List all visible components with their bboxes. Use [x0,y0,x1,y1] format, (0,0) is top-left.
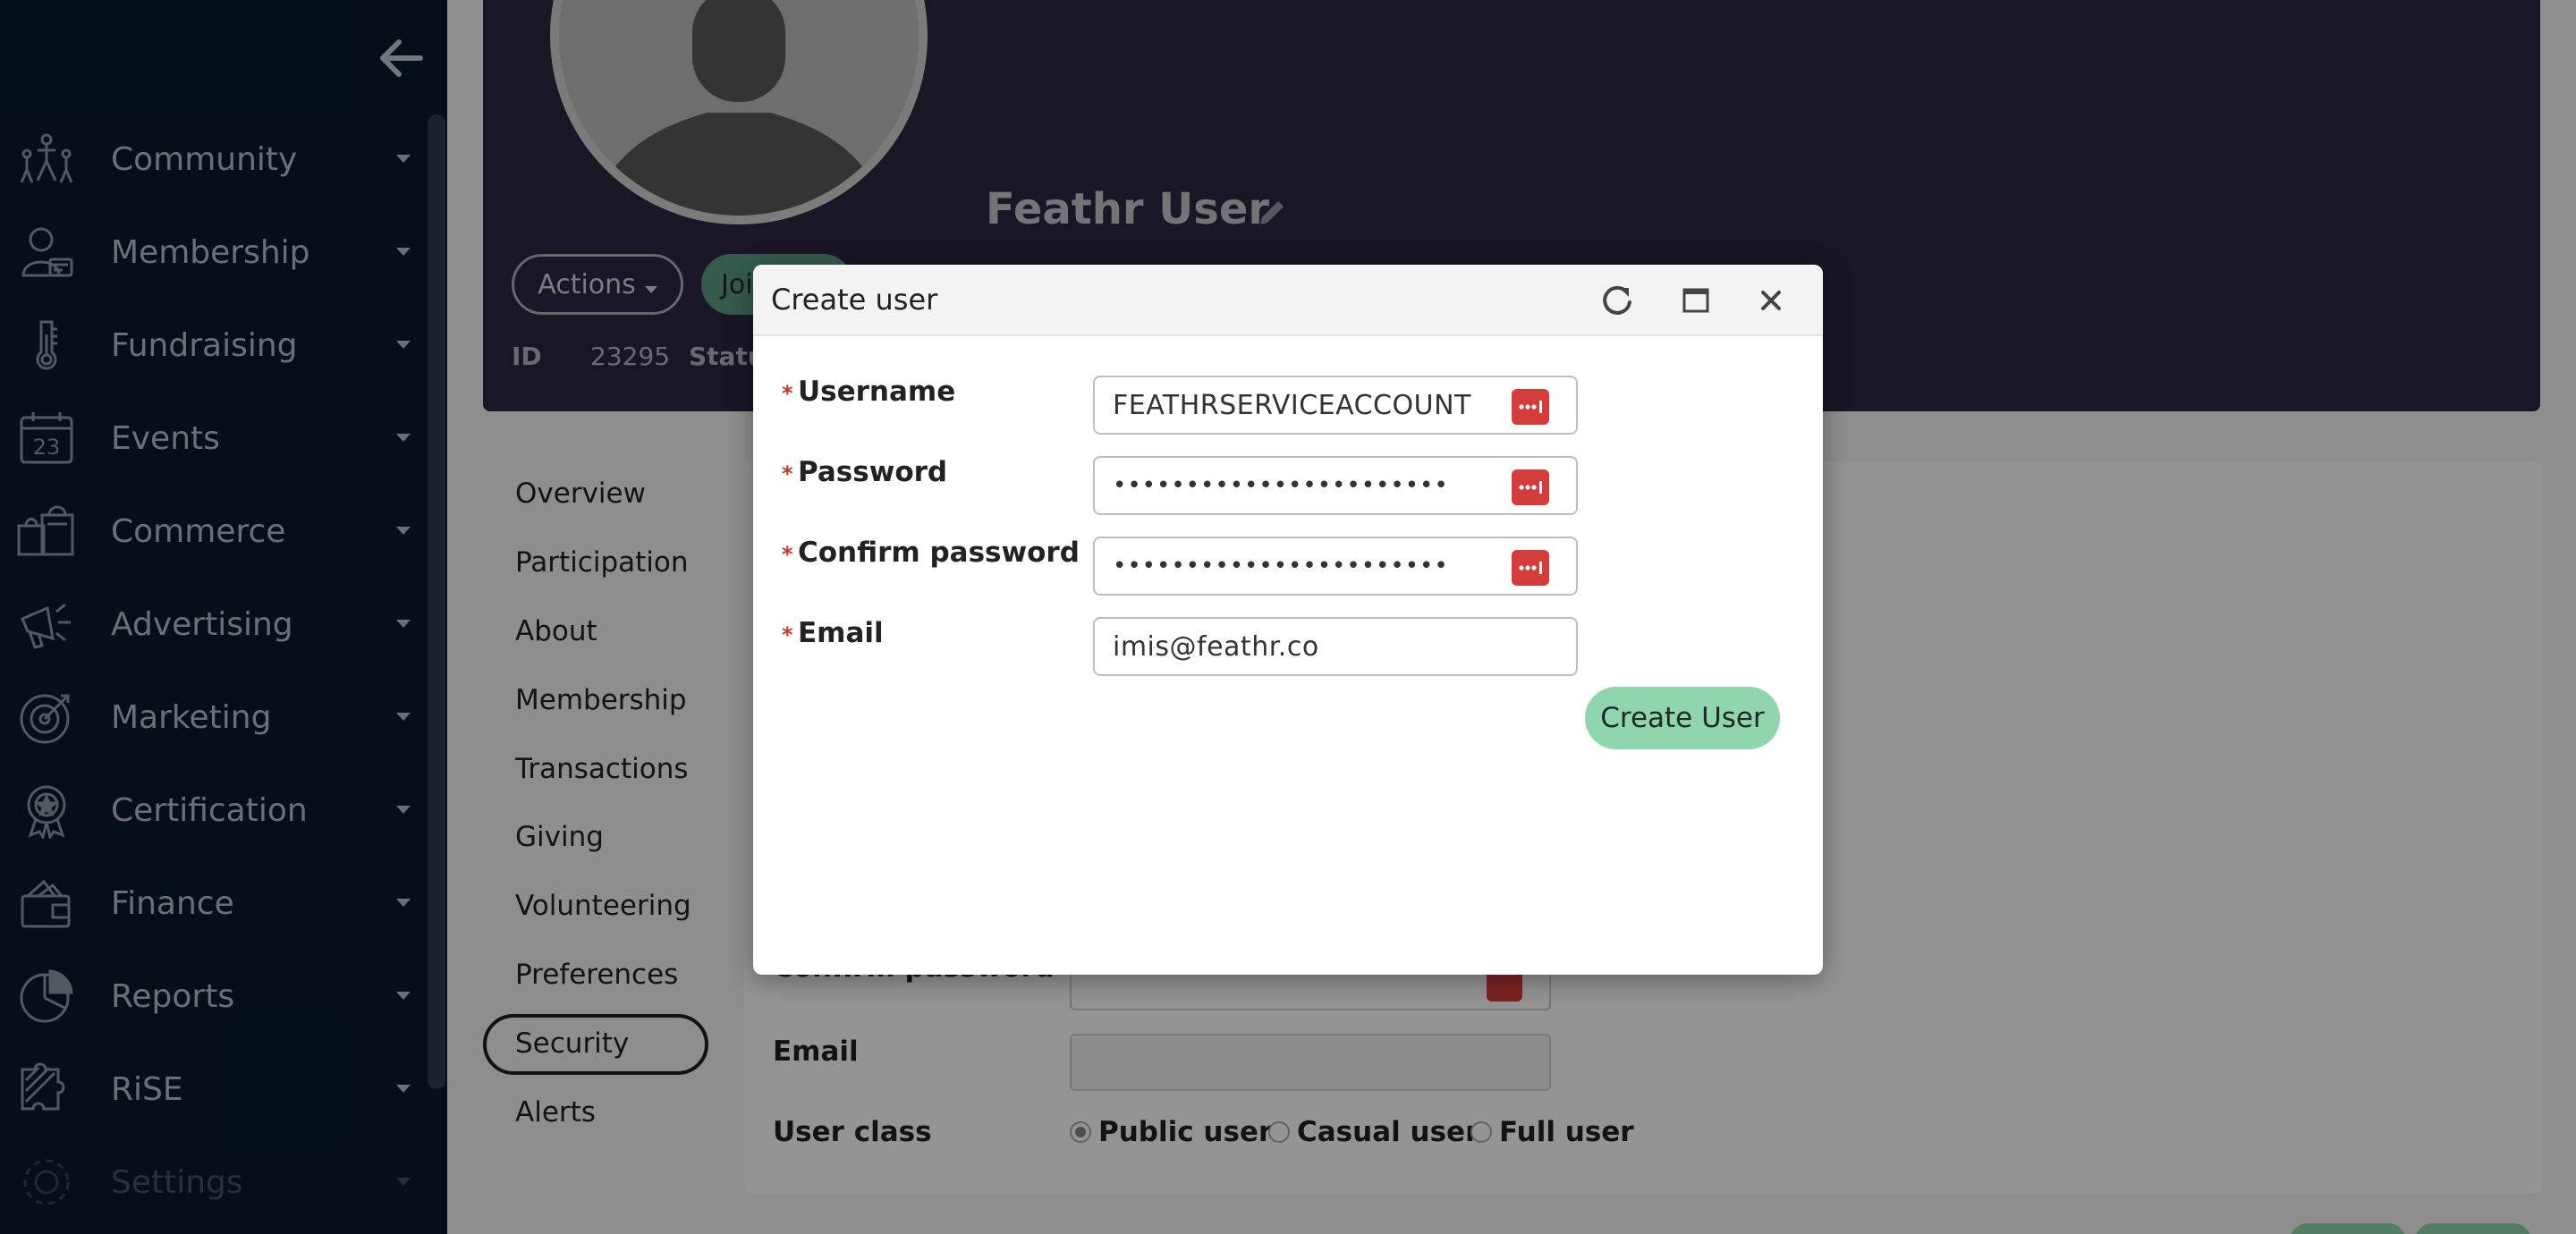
required-marker: * [782,381,793,406]
password-manager-icon[interactable] [1512,389,1549,425]
dialog-titlebar: Create user [753,265,1823,336]
password-value: ••••••••••••••••••••••• [1113,472,1449,499]
password-label: Password [798,456,948,488]
password-manager-icon[interactable] [1512,550,1549,586]
username-field[interactable]: FEATHRSERVICEACCOUNT [1093,376,1578,435]
maximize-icon[interactable] [1674,279,1717,322]
email-value: imis@feathr.co [1113,630,1319,663]
password-manager-icon[interactable] [1512,469,1549,505]
confirm-password-value: ••••••••••••••••••••••• [1113,553,1449,579]
required-marker: * [782,622,793,647]
required-marker: * [782,542,793,567]
username-value: FEATHRSERVICEACCOUNT [1113,389,1471,421]
password-field[interactable]: ••••••••••••••••••••••• [1093,456,1578,515]
email-field[interactable]: imis@feathr.co [1093,617,1578,676]
create-user-dialog: Create user * Username FEATHRSERVICEACCO… [753,265,1823,975]
confirm-password-label: Confirm password [798,537,1080,569]
refresh-icon[interactable] [1596,279,1639,322]
required-marker: * [782,461,793,486]
confirm-password-field[interactable]: ••••••••••••••••••••••• [1093,537,1578,596]
username-label: Username [798,376,956,408]
create-user-button[interactable]: Create User [1585,687,1780,749]
email-label: Email [798,617,884,649]
dialog-title: Create user [771,283,938,317]
close-icon[interactable] [1750,279,1792,322]
